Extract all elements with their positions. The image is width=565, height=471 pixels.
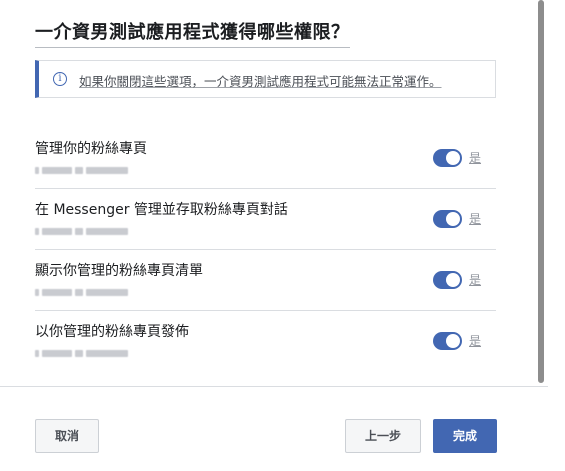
permission-title: 管理你的粉絲專頁 [35, 141, 147, 157]
scrollbar-thumb[interactable] [538, 0, 544, 383]
blurred-page-name [35, 348, 128, 358]
footer-divider [0, 386, 548, 387]
back-button[interactable]: 上一步 [345, 419, 421, 453]
toggle-label[interactable]: 是 [469, 332, 481, 349]
done-button[interactable]: 完成 [433, 419, 497, 453]
permission-row-manage-pages: 管理你的粉絲專頁 是 [35, 128, 496, 189]
permission-row-messenger: 在 Messenger 管理並存取粉絲專頁對話 是 [35, 189, 496, 250]
permission-title: 顯示你管理的粉絲專頁清單 [35, 263, 203, 279]
toggle-label[interactable]: 是 [469, 149, 481, 166]
toggle-knob [446, 334, 460, 348]
toggle-label[interactable]: 是 [469, 271, 481, 288]
blurred-page-name [35, 226, 128, 236]
info-icon: i [53, 72, 67, 86]
blurred-page-name [35, 165, 128, 175]
cancel-button[interactable]: 取消 [35, 419, 99, 453]
permissions-dialog: 一介資男測試應用程式獲得哪些權限？ i 如果你關閉這些選項，一介資男測試應用程式… [0, 0, 548, 471]
permission-toggle[interactable] [433, 332, 462, 350]
permission-row-publish: 以你管理的粉絲專頁發佈 是 [35, 311, 496, 371]
permission-toggle[interactable] [433, 149, 462, 167]
permission-title: 以你管理的粉絲專頁發佈 [35, 324, 189, 340]
permission-toggle[interactable] [433, 271, 462, 289]
blurred-page-name [35, 287, 128, 297]
permission-title: 在 Messenger 管理並存取粉絲專頁對話 [35, 202, 288, 218]
permission-row-list-pages: 顯示你管理的粉絲專頁清單 是 [35, 250, 496, 311]
permission-toggle[interactable] [433, 210, 462, 228]
permission-list: 管理你的粉絲專頁 是 在 Messenger 管理並存取粉絲專頁對話 是 顯示你… [35, 128, 496, 371]
info-notice: i 如果你關閉這些選項，一介資男測試應用程式可能無法正常運作。 [35, 60, 496, 98]
toggle-knob [446, 273, 460, 287]
toggle-knob [446, 151, 460, 165]
dialog-title: 一介資男測試應用程式獲得哪些權限？ [35, 18, 350, 48]
notice-text[interactable]: 如果你關閉這些選項，一介資男測試應用程式可能無法正常運作。 [79, 71, 442, 90]
toggle-label[interactable]: 是 [469, 210, 481, 227]
toggle-knob [446, 212, 460, 226]
